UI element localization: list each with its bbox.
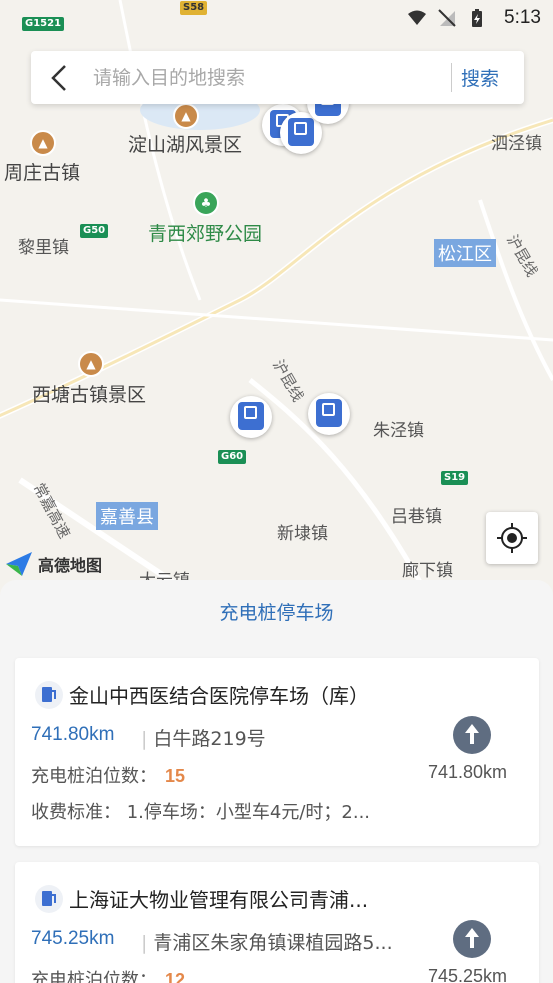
station-address: 青浦区朱家角镇课植园路5... xyxy=(141,928,392,955)
result-card[interactable]: 金山中西医结合医院停车场（库） 741.80km 白牛路219号 充电桩泊位数：… xyxy=(15,658,539,846)
district-label: 松江区 xyxy=(434,239,496,267)
station-distance: 745.25km xyxy=(31,928,115,949)
place-label: 吕巷镇 xyxy=(391,507,442,527)
search-button[interactable]: 搜索 xyxy=(461,64,499,91)
park-icon: ♣ xyxy=(193,190,219,216)
station-address: 白牛路219号 xyxy=(141,724,265,751)
parking-count-label: 充电桩泊位数： xyxy=(31,970,157,983)
results-panel: 充电桩停车场 金山中西医结合医院停车场（库） 741.80km 白牛路219号 … xyxy=(0,580,553,983)
scenic-spot-icon: ▲ xyxy=(173,103,199,129)
district-label: 嘉善县 xyxy=(96,502,158,530)
navigate-distance: 741.80km xyxy=(428,762,508,782)
parking-count-row: 充电桩泊位数： 15 xyxy=(31,762,185,788)
charging-station-marker[interactable] xyxy=(230,396,272,438)
charging-station-marker[interactable] xyxy=(308,393,350,435)
search-bar: 搜索 xyxy=(31,51,524,104)
back-arrow-icon[interactable] xyxy=(39,59,79,97)
station-name: 金山中西医结合医院停车场（库） xyxy=(69,684,369,708)
navigate-button[interactable] xyxy=(453,920,491,958)
place-label: 泗泾镇 xyxy=(491,134,542,154)
road-shield: S19 xyxy=(441,471,469,485)
charging-station-icon xyxy=(35,884,63,913)
road-shield: G50 xyxy=(80,224,109,238)
battery-charging-icon xyxy=(472,9,482,27)
result-card[interactable]: 上海证大物业管理有限公司青浦... 745.25km 青浦区朱家角镇课植园路5.… xyxy=(15,862,539,983)
status-bar: 5:13 xyxy=(0,0,553,38)
place-label: 西塘古镇景区 xyxy=(32,384,147,406)
place-label: 周庄古镇 xyxy=(4,162,81,184)
place-label: 新埭镇 xyxy=(277,524,328,544)
crosshair-icon xyxy=(497,523,527,553)
parking-count: 15 xyxy=(165,766,186,786)
amap-logo: 高德地图 xyxy=(4,550,102,578)
amap-logo-text: 高德地图 xyxy=(38,556,103,575)
place-label: 青西郊野公园 xyxy=(148,223,263,245)
no-signal-icon xyxy=(438,9,456,27)
status-time: 5:13 xyxy=(504,7,541,28)
search-input[interactable] xyxy=(93,65,443,91)
parking-count-label: 充电桩泊位数： xyxy=(31,766,157,787)
charging-station-icon xyxy=(35,680,63,709)
parking-count: 12 xyxy=(165,970,186,983)
scenic-spot-icon: ▲ xyxy=(30,130,56,156)
navigate-arrow-icon xyxy=(465,928,479,948)
navigate-distance: 745.25km xyxy=(428,966,508,983)
search-divider xyxy=(451,63,452,92)
station-distance: 741.80km xyxy=(31,724,115,745)
navigate-arrow-icon xyxy=(465,724,479,744)
place-label: 朱泾镇 xyxy=(373,421,424,441)
scenic-spot-icon: ▲ xyxy=(78,351,104,377)
parking-count-row: 充电桩泊位数： 12 xyxy=(31,966,185,983)
amap-logo-icon xyxy=(6,552,32,576)
place-label: 黎里镇 xyxy=(18,238,69,258)
place-label: 廊下镇 xyxy=(402,561,453,581)
navigate-button[interactable] xyxy=(453,716,491,754)
wifi-icon xyxy=(408,10,426,25)
station-name: 上海证大物业管理有限公司青浦... xyxy=(69,888,369,912)
place-label: 淀山湖风景区 xyxy=(128,134,243,156)
fee-standard: 收费标准： 1.停车场：小型车4元/时；2... xyxy=(31,802,371,823)
road-shield: G60 xyxy=(218,450,247,464)
locate-button[interactable] xyxy=(486,512,538,564)
panel-title: 充电桩停车场 xyxy=(219,602,334,624)
